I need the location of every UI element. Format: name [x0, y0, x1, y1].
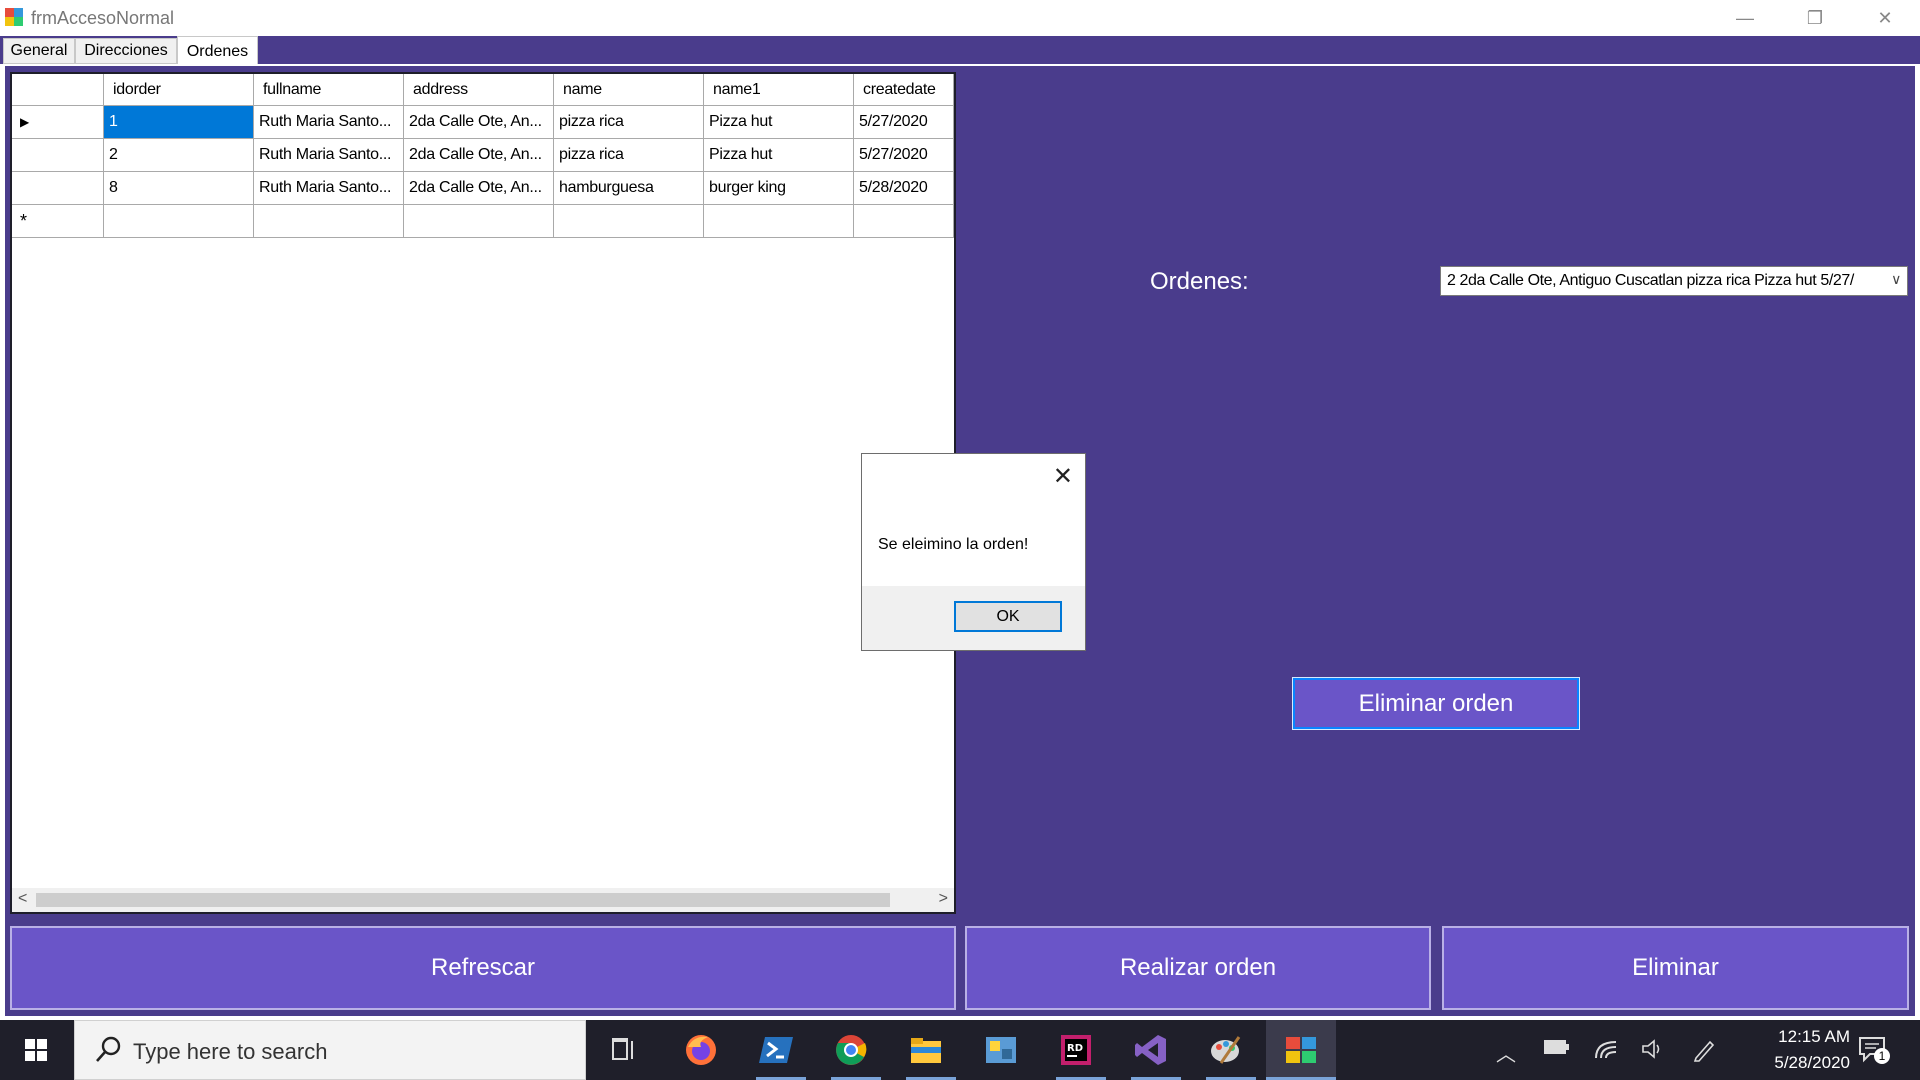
network-icon[interactable] — [1594, 1038, 1618, 1066]
col-name1[interactable]: name1 — [704, 74, 854, 106]
cell-idorder[interactable]: 2 — [104, 139, 254, 172]
app-icon — [5, 8, 23, 26]
eliminar-button[interactable]: Eliminar — [1442, 926, 1909, 1010]
cell-createdate[interactable]: 5/27/2020 — [854, 139, 954, 172]
col-address[interactable]: address — [404, 74, 554, 106]
grid-header: idorder fullname address name name1 crea… — [12, 74, 954, 106]
restore-button[interactable]: ❐ — [1780, 0, 1850, 36]
row-selector[interactable] — [12, 139, 104, 172]
search-placeholder: Type here to search — [133, 1039, 328, 1064]
title-bar: frmAccesoNormal — ❐ ✕ — [0, 0, 1920, 36]
notifications-icon[interactable]: 1 — [1858, 1036, 1890, 1064]
windows-icon — [25, 1039, 47, 1061]
cell-name1[interactable]: burger king — [704, 172, 854, 205]
tab-ordenes[interactable]: Ordenes — [177, 36, 258, 66]
clock-time: 12:15 AM — [1778, 1027, 1850, 1046]
new-row-marker[interactable]: * — [12, 205, 104, 238]
col-createdate[interactable]: createdate — [854, 74, 954, 106]
ordenes-combobox[interactable]: 2 2da Calle Ote, Antiguo Cuscatlan pizza… — [1440, 266, 1908, 296]
row-header-corner — [12, 74, 104, 106]
powershell-icon[interactable] — [756, 1030, 796, 1070]
cell-address[interactable]: 2da Calle Ote, An... — [404, 106, 554, 139]
col-fullname[interactable]: fullname — [254, 74, 404, 106]
refrescar-button[interactable]: Refrescar — [10, 926, 956, 1010]
scroll-left-icon[interactable]: < — [18, 890, 27, 908]
search-icon — [96, 1036, 121, 1062]
col-idorder[interactable]: idorder — [104, 74, 254, 106]
row-selector[interactable]: ▶ — [12, 106, 104, 139]
table-row[interactable]: ▶ 1 Ruth Maria Santo... 2da Calle Ote, A… — [12, 106, 954, 139]
dialog-close-icon[interactable]: ✕ — [1053, 462, 1073, 491]
cell-empty[interactable] — [854, 205, 954, 238]
chevron-down-icon[interactable]: ∨ — [1887, 271, 1901, 288]
visual-studio-icon[interactable] — [1131, 1030, 1171, 1070]
current-app-taskbar-icon[interactable] — [1266, 1020, 1336, 1080]
start-button[interactable] — [0, 1020, 72, 1080]
window-title: frmAccesoNormal — [31, 8, 175, 28]
ordenes-selected-value: 2 2da Calle Ote, Antiguo Cuscatlan pizza… — [1447, 272, 1854, 289]
tab-general[interactable]: General — [3, 38, 75, 64]
clock-date: 5/28/2020 — [1774, 1053, 1850, 1072]
cell-createdate[interactable]: 5/27/2020 — [854, 106, 954, 139]
task-view-icon[interactable] — [604, 1030, 644, 1070]
col-name[interactable]: name — [554, 74, 704, 106]
close-button[interactable]: ✕ — [1850, 0, 1920, 36]
cell-idorder[interactable]: 1 — [104, 106, 254, 139]
chevron-up-icon[interactable]: ︿ — [1496, 1038, 1516, 1067]
cell-name[interactable]: pizza rica — [554, 106, 704, 139]
scroll-right-icon[interactable]: > — [939, 890, 948, 908]
taskbar-search[interactable]: Type here to search — [74, 1020, 586, 1080]
ordenes-label: Ordenes: — [1150, 268, 1249, 295]
cell-name[interactable]: hamburguesa — [554, 172, 704, 205]
cell-empty[interactable] — [554, 205, 704, 238]
table-row[interactable]: 8 Ruth Maria Santo... 2da Calle Ote, An.… — [12, 172, 954, 205]
minimize-button[interactable]: — — [1710, 0, 1780, 36]
cell-address[interactable]: 2da Calle Ote, An... — [404, 139, 554, 172]
python-icon[interactable] — [981, 1030, 1021, 1070]
cell-empty[interactable] — [104, 205, 254, 238]
firefox-icon[interactable] — [681, 1030, 721, 1070]
eliminar-orden-button[interactable]: Eliminar orden — [1292, 677, 1580, 730]
cell-name1[interactable]: Pizza hut — [704, 139, 854, 172]
cell-address[interactable]: 2da Calle Ote, An... — [404, 172, 554, 205]
horizontal-scrollbar[interactable]: < > — [12, 888, 954, 912]
battery-icon[interactable] — [1544, 1038, 1570, 1061]
table-row[interactable]: 2 Ruth Maria Santo... 2da Calle Ote, An.… — [12, 139, 954, 172]
tab-direcciones[interactable]: Direcciones — [75, 38, 177, 64]
cell-createdate[interactable]: 5/28/2020 — [854, 172, 954, 205]
orders-grid[interactable]: idorder fullname address name name1 crea… — [10, 72, 956, 914]
cell-empty[interactable] — [704, 205, 854, 238]
cell-fullname[interactable]: Ruth Maria Santo... — [254, 106, 404, 139]
ok-button[interactable]: OK — [954, 601, 1062, 632]
chrome-icon[interactable] — [831, 1030, 871, 1070]
pen-icon[interactable] — [1692, 1038, 1716, 1068]
dialog-message: Se eleimino la orden! — [878, 536, 1029, 553]
svg-text:RD: RD — [1067, 1043, 1083, 1054]
paint-icon[interactable] — [1206, 1030, 1246, 1070]
dialog-footer: OK — [862, 586, 1085, 650]
notification-count-badge: 1 — [1874, 1048, 1890, 1064]
clock[interactable]: 12:15 AM 5/28/2020 — [1720, 1024, 1850, 1076]
row-selector[interactable] — [12, 172, 104, 205]
file-explorer-icon[interactable] — [906, 1030, 946, 1070]
volume-icon[interactable] — [1641, 1038, 1665, 1066]
taskbar: Type here to search RD ︿ 12:15 AM 5/28/2… — [0, 1020, 1920, 1080]
cell-empty[interactable] — [254, 205, 404, 238]
cell-empty[interactable] — [404, 205, 554, 238]
new-row[interactable]: * — [12, 205, 954, 238]
cell-fullname[interactable]: Ruth Maria Santo... — [254, 139, 404, 172]
scroll-thumb[interactable] — [36, 893, 890, 907]
cell-idorder[interactable]: 8 — [104, 172, 254, 205]
cell-name1[interactable]: Pizza hut — [704, 106, 854, 139]
tab-strip: General Direcciones Ordenes — [0, 36, 1920, 66]
message-dialog: ✕ Se eleimino la orden! OK — [861, 453, 1086, 651]
cell-name[interactable]: pizza rica — [554, 139, 704, 172]
cell-fullname[interactable]: Ruth Maria Santo... — [254, 172, 404, 205]
rider-icon[interactable]: RD — [1056, 1030, 1096, 1070]
realizar-orden-button[interactable]: Realizar orden — [965, 926, 1431, 1010]
